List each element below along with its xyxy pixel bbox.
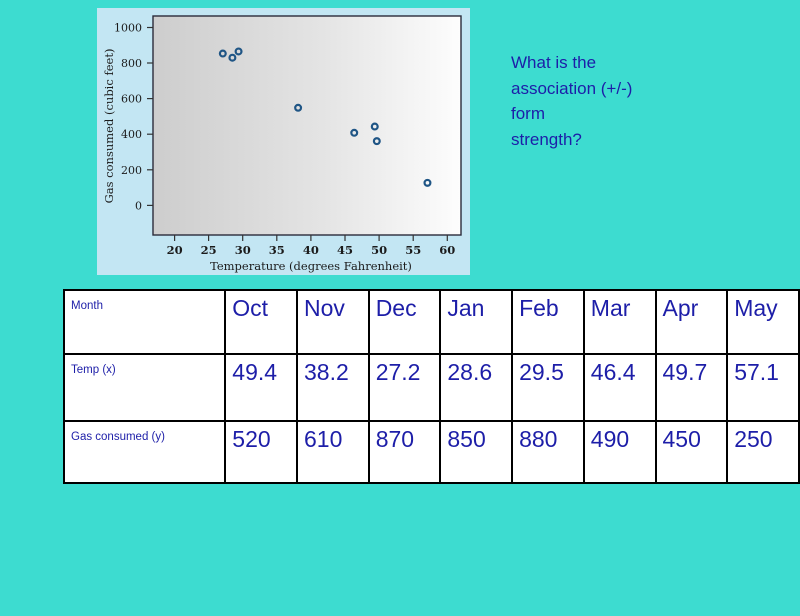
svg-text:20: 20 [167,243,183,257]
cell-gas-may: 250 [726,420,800,484]
plot-area [152,15,462,236]
x-axis-title: Temperature (degrees Fahrenheit) [210,259,412,273]
cell-month-may: May [726,289,800,355]
row-header-gas: Gas consumed (y) [62,420,227,484]
cell-temp-feb: 29.5 [511,353,585,422]
svg-text:40: 40 [303,243,319,257]
cell-temp-nov: 38.2 [295,353,370,422]
cell-temp-jan: 28.6 [439,353,514,422]
svg-text:50: 50 [371,243,387,257]
cell-month-oct: Oct [224,289,298,355]
table-row: Gas consumed (y) 520 610 870 850 880 490… [62,420,800,484]
question-line-2: association (+/-) [511,78,633,98]
row-header-temp: Temp (x) [62,353,227,422]
cell-gas-jan: 850 [439,420,514,484]
svg-text:55: 55 [405,243,421,257]
cell-month-nov: Nov [295,289,370,355]
data-table: Month Oct Nov Dec Jan Feb Mar Apr May Te… [62,289,800,484]
row-header-month: Month [62,289,227,355]
question-line-1: What is the [511,53,597,72]
svg-text:200: 200 [121,164,142,177]
cell-temp-mar: 46.4 [582,353,657,422]
cell-temp-may: 57.1 [726,353,800,422]
scatterplot-svg: 1000 800 600 400 200 0 Gas consumed (cub… [97,8,470,275]
cell-gas-mar: 490 [582,420,657,484]
cell-gas-oct: 520 [224,420,298,484]
question-line-4: strength? [511,129,582,149]
cell-gas-dec: 870 [367,420,442,484]
svg-text:25: 25 [201,243,217,257]
svg-text:800: 800 [121,57,142,70]
question-line-3: form [511,104,545,123]
svg-text:1000: 1000 [114,22,142,35]
svg-text:0: 0 [135,199,142,212]
cell-month-apr: Apr [654,289,729,355]
svg-text:400: 400 [121,128,142,141]
scatterplot-figure: 1000 800 600 400 200 0 Gas consumed (cub… [97,8,470,275]
svg-text:30: 30 [235,243,251,257]
svg-text:600: 600 [121,93,142,106]
x-tick-labels: 20 25 30 35 40 45 50 55 60 [167,243,456,257]
svg-text:35: 35 [269,243,285,257]
cell-temp-oct: 49.4 [224,353,298,422]
cell-month-feb: Feb [511,289,585,355]
table-row: Temp (x) 49.4 38.2 27.2 28.6 29.5 46.4 4… [62,353,800,422]
svg-text:60: 60 [439,243,455,257]
cell-gas-feb: 880 [511,420,585,484]
cell-temp-apr: 49.7 [654,353,729,422]
y-axis-title: Gas consumed (cubic feet) [102,49,116,204]
cell-gas-apr: 450 [654,420,729,484]
cell-month-dec: Dec [367,289,442,355]
cell-month-jan: Jan [439,289,514,355]
question-prompt: What is the association (+/-) form stren… [511,50,711,152]
table-row: Month Oct Nov Dec Jan Feb Mar Apr May [62,289,800,355]
cell-gas-nov: 610 [295,420,370,484]
cell-temp-dec: 27.2 [367,353,442,422]
cell-month-mar: Mar [582,289,657,355]
svg-text:45: 45 [337,243,353,257]
